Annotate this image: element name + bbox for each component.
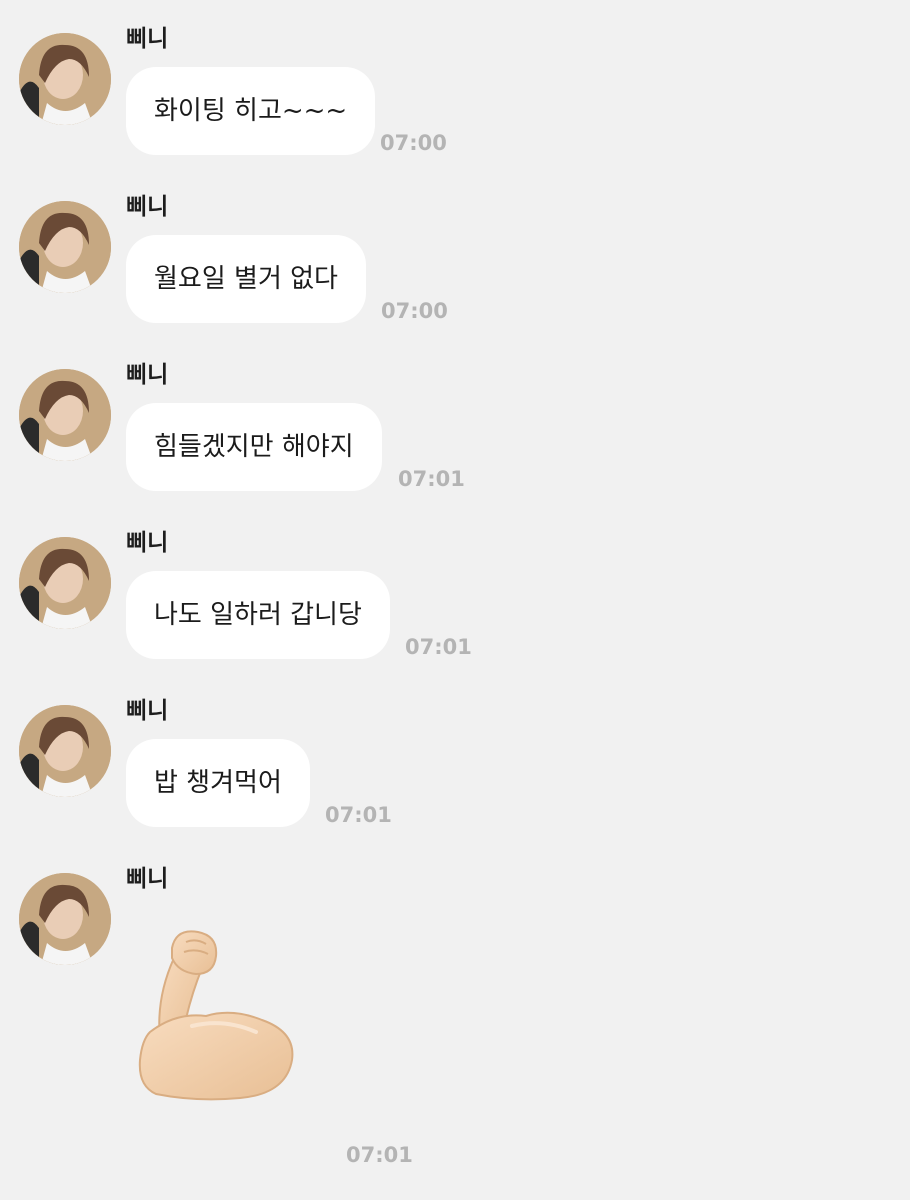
message-bubble[interactable]: 나도 일하러 갑니당 bbox=[126, 571, 390, 659]
avatar[interactable] bbox=[19, 201, 111, 293]
message-time: 07:00 bbox=[381, 299, 448, 323]
flexed-biceps-icon[interactable] bbox=[136, 928, 304, 1101]
message-bubble[interactable]: 밥 챙겨먹어 bbox=[126, 739, 310, 827]
avatar[interactable] bbox=[19, 33, 111, 125]
avatar[interactable] bbox=[19, 369, 111, 461]
sender-name: 삐니 bbox=[126, 362, 169, 388]
message-group: 삐니 밥 챙겨먹어 07:01 bbox=[0, 672, 910, 840]
sender-name: 삐니 bbox=[126, 530, 169, 556]
message-group: 삐니 나도 일하러 갑니당 07:01 bbox=[0, 504, 910, 672]
avatar[interactable] bbox=[19, 873, 111, 965]
avatar[interactable] bbox=[19, 537, 111, 629]
avatar[interactable] bbox=[19, 705, 111, 797]
message-bubble[interactable]: 화이팅 히고~~~ bbox=[126, 67, 376, 155]
message-time: 07:01 bbox=[325, 803, 392, 827]
message-bubble[interactable]: 힘들겠지만 해야지 bbox=[126, 403, 382, 491]
sender-name: 삐니 bbox=[126, 194, 169, 220]
message-group: 삐니 07:01 bbox=[0, 840, 910, 1180]
message-time: 07:00 bbox=[380, 131, 447, 155]
message-group: 삐니 화이팅 히고~~~ 07:00 bbox=[0, 0, 910, 168]
message-group: 삐니 힘들겠지만 해야지 07:01 bbox=[0, 336, 910, 504]
sender-name: 삐니 bbox=[126, 26, 169, 52]
message-time: 07:01 bbox=[398, 467, 465, 491]
message-time: 07:01 bbox=[346, 1143, 413, 1167]
message-time: 07:01 bbox=[405, 635, 472, 659]
sender-name: 삐니 bbox=[126, 866, 169, 892]
message-group: 삐니 월요일 별거 없다 07:00 bbox=[0, 168, 910, 336]
sender-name: 삐니 bbox=[126, 698, 169, 724]
message-bubble[interactable]: 월요일 별거 없다 bbox=[126, 235, 366, 323]
